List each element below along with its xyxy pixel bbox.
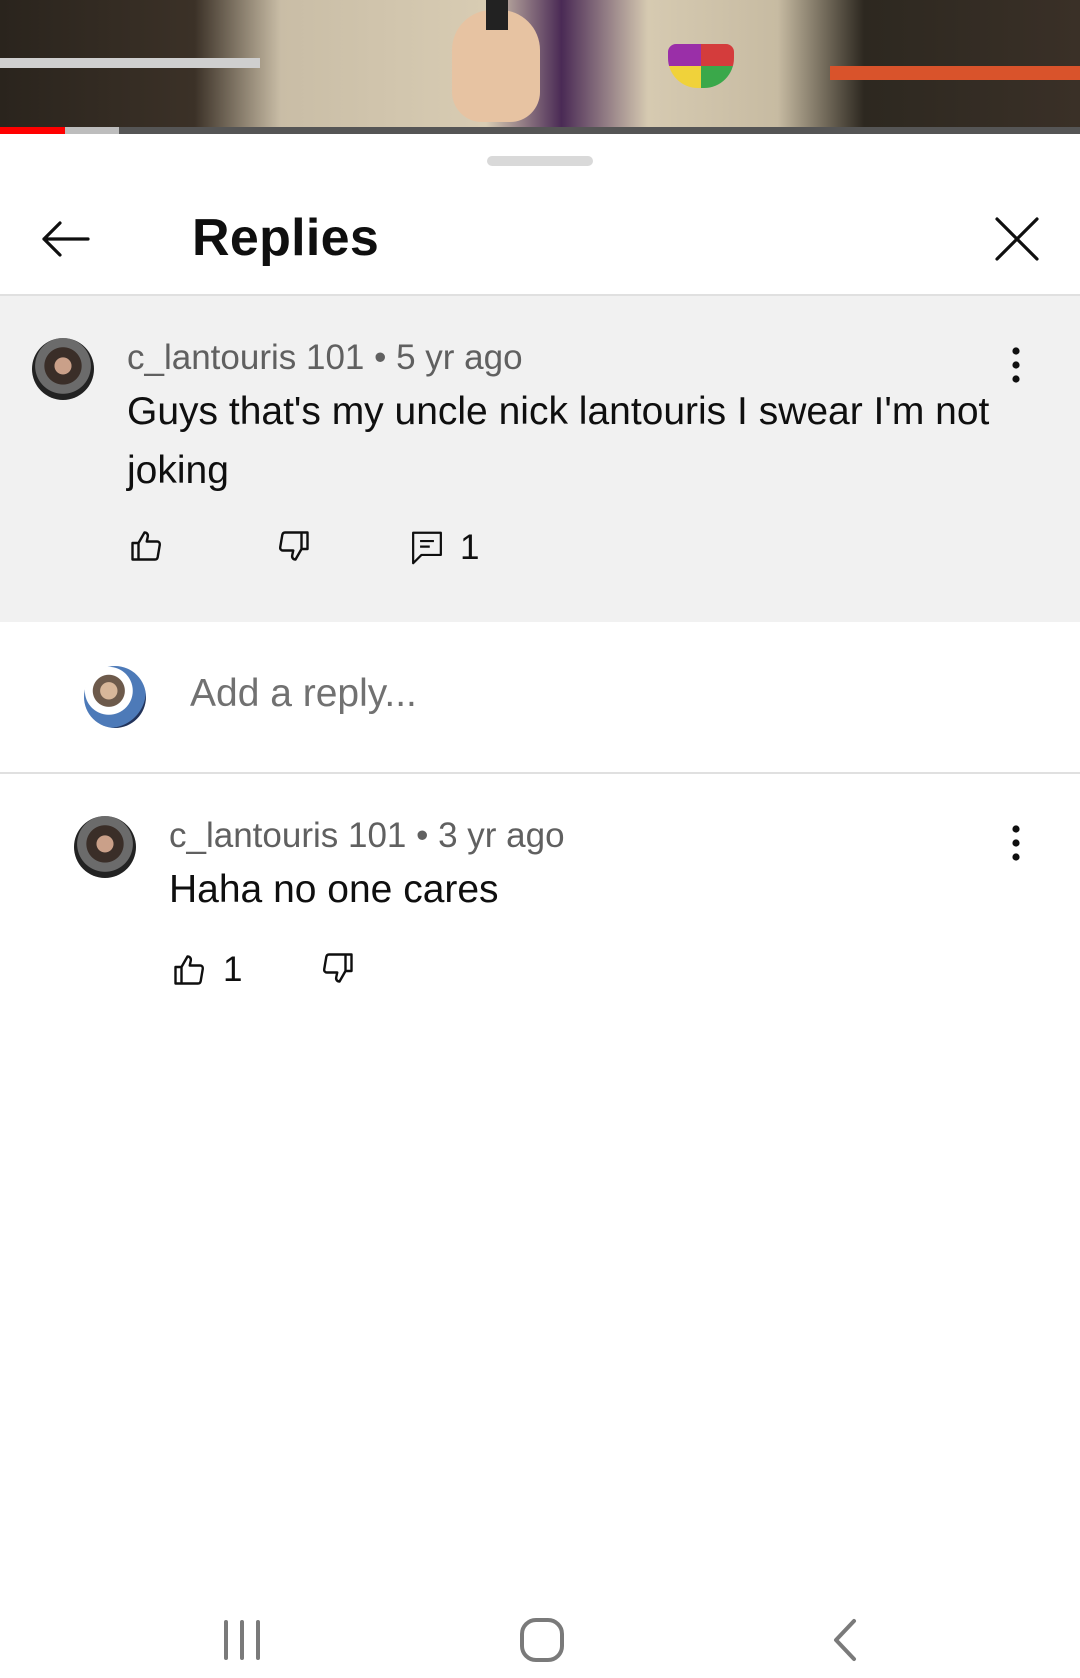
back-nav-button[interactable] [805, 1610, 885, 1670]
reply-composer: Add a reply... [0, 622, 1080, 772]
video-frame-detail [0, 58, 260, 68]
thumb-up-icon [174, 955, 205, 985]
dislike-button[interactable] [276, 528, 312, 564]
dislike-button[interactable] [320, 950, 356, 986]
meta-separator: • [374, 338, 397, 377]
meta-separator: • [416, 816, 439, 855]
buffered-progress [65, 127, 119, 134]
close-button[interactable] [982, 204, 1052, 274]
played-progress [0, 127, 65, 134]
reply-count: 1 [460, 528, 480, 567]
comment-age: 5 yr ago [396, 338, 523, 377]
reply-text: Haha no one cares [169, 868, 499, 911]
recent-apps-button[interactable] [202, 1610, 282, 1670]
recent-apps-icon [224, 1620, 260, 1660]
video-player[interactable] [0, 0, 1080, 134]
avatar[interactable] [74, 816, 136, 878]
chevron-left-icon [834, 1619, 856, 1661]
sheet-header: Replies [0, 180, 1080, 294]
video-frame-detail [830, 66, 1080, 80]
sheet-title: Replies [192, 209, 380, 267]
arrow-left-icon [42, 221, 90, 257]
replies-sheet: Replies c_lantouris 101 • 5 yr ago Guys … [0, 134, 1080, 1678]
reply-meta: c_lantouris 101 • 3 yr ago [169, 816, 565, 856]
back-button[interactable] [30, 204, 100, 274]
comment-meta: c_lantouris 101 • 5 yr ago [127, 338, 523, 378]
close-icon [995, 217, 1039, 261]
like-count: 1 [223, 950, 243, 989]
thumb-up-icon [131, 531, 162, 561]
comment-text: Guys that's my uncle nick lantouris I sw… [127, 390, 990, 492]
parent-comment: c_lantouris 101 • 5 yr ago Guys that's m… [0, 296, 1080, 622]
thumb-down-icon [278, 531, 309, 561]
reply-age: 3 yr ago [438, 816, 565, 855]
home-button[interactable] [502, 1610, 582, 1670]
video-progress-bar[interactable] [0, 127, 1080, 134]
thumb-down-icon [322, 953, 353, 983]
comment-author[interactable]: c_lantouris 101 [127, 338, 364, 377]
video-frame-detail [486, 0, 508, 30]
user-avatar [84, 666, 146, 728]
reply-author[interactable]: c_lantouris 101 [169, 816, 406, 855]
comment-icon [412, 531, 442, 565]
like-button[interactable] [128, 528, 164, 564]
more-vert-icon [1012, 825, 1020, 861]
replies-button[interactable]: 1 [410, 528, 479, 568]
avatar[interactable] [32, 338, 94, 400]
more-vert-icon [1012, 347, 1020, 383]
home-icon [520, 1618, 564, 1662]
like-button[interactable]: 1 [171, 950, 242, 990]
reply-input[interactable]: Add a reply... [190, 672, 417, 716]
drag-handle[interactable] [487, 156, 593, 166]
system-nav-bar [0, 1600, 1080, 1678]
composer-divider [0, 772, 1080, 774]
video-frame-detail [668, 44, 734, 88]
